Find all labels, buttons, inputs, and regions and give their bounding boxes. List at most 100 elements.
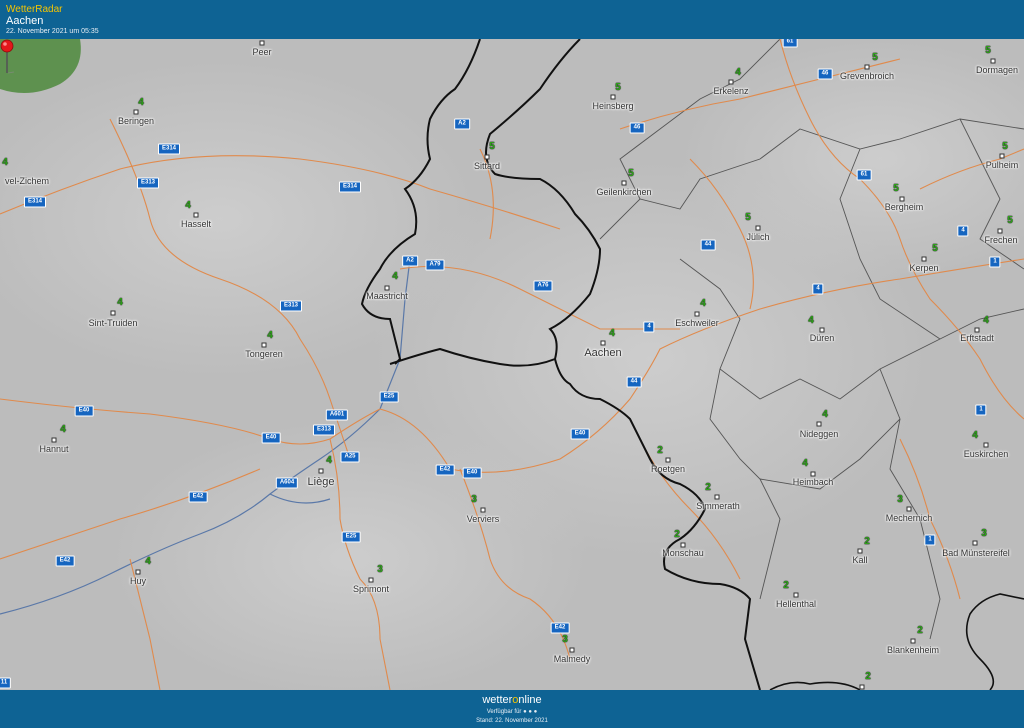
temperature-value: 4 [2,157,8,168]
city-name: Verviers [466,514,500,524]
road-shield: E40 [74,405,94,417]
city-name: Bergheim [884,202,924,212]
brand-logo[interactable]: wetteronline [0,694,1024,706]
road-shield: A2 [454,118,470,130]
road-shield: E42 [55,555,75,567]
temperature-value: 5 [615,82,621,93]
road-shield: 1 [924,534,936,546]
road-shield: A79 [425,259,445,271]
city-name: Pulheim [985,160,1019,170]
road-shield: E25 [341,531,361,543]
map-pin-icon[interactable] [0,39,14,75]
temperature-value: 4 [822,409,828,420]
city-name: Blankenheim [886,645,940,655]
availability-text: Verfügbar für ● ● ● [486,709,538,715]
city-name: Kall [852,555,868,565]
city-name: Hannut [39,444,69,454]
city-name: Hellenthal [775,599,817,609]
road-shield: 4 [643,321,655,333]
temperature-value: 5 [932,243,938,254]
map-background [0,39,1024,690]
temperature-value: 5 [489,141,495,152]
road-shield: E313 [279,300,303,312]
city-name: Malmedy [553,654,591,664]
city-name: Liège [307,476,335,488]
temperature-value: 5 [985,45,991,56]
city-name: Heimbach [792,477,834,487]
city-name: Mechernich [885,513,933,523]
road-shield: 46 [629,122,645,134]
temperature-value: 4 [185,200,191,211]
app-name: WetterRadar [6,4,63,15]
temperature-value: 3 [897,494,903,505]
road-shield: E314 [23,196,47,208]
temperature-value: 5 [872,52,878,63]
city-name: Huy [129,576,147,586]
road-shield: A2 [402,255,418,267]
city-name: Geilenkirchen [596,187,652,197]
temperature-value: 4 [609,328,615,339]
city-name: Erkelenz [713,86,749,96]
road-shield: E42 [550,622,570,634]
road-shield: 61 [782,39,798,48]
road-shield: E314 [338,181,362,193]
road-shield: 1 [989,256,1001,268]
city-name: Eschweiler [675,318,719,328]
temperature-value: 3 [377,564,383,575]
temperature-value: 5 [1002,141,1008,152]
city-name: Bad Münstereifel [942,548,1010,558]
radar-timestamp: 22. November 2021 um 05:35 [6,28,99,35]
city-name: Erftstadt [960,333,994,343]
city-name: Düren [809,333,835,343]
temperature-value: 4 [808,315,814,326]
temperature-value: 4 [392,271,398,282]
location-title: Aachen [6,15,44,27]
city-name: Grevenbroich [839,71,895,81]
temperature-value: 5 [893,183,899,194]
road-shield: 4 [812,283,824,295]
road-shield: A25 [340,451,360,463]
temperature-value: 2 [705,482,711,493]
road-shield: 44 [626,376,642,388]
temperature-value: 5 [745,212,751,223]
road-shield: E40 [462,467,482,479]
road-shield: E25 [379,391,399,403]
road-shield: 4 [957,225,969,237]
data-stand: Stand: 22. November 2021 [476,718,548,724]
city-name: Peer [252,47,272,57]
road-shield: E314 [157,143,181,155]
temperature-value: 4 [972,430,978,441]
temperature-value: 2 [674,529,680,540]
city-name: Kerpen [909,263,939,273]
city-name: Tongeren [245,349,283,359]
city-name: Euskirchen [963,449,1009,459]
city-name: Jülich [746,232,770,242]
road-shield: 46 [817,68,833,80]
city-name: Beringen [117,116,155,126]
temperature-value: 2 [657,445,663,456]
app-header: WetterRadar Aachen 22. November 2021 um … [0,0,1024,39]
temperature-value: 2 [783,580,789,591]
road-shield: E40 [261,432,281,444]
city-name: Hasselt [180,219,212,229]
temperature-value: 4 [983,315,989,326]
temperature-value: 4 [138,97,144,108]
temperature-value: 4 [700,298,706,309]
temperature-value: 2 [917,625,923,636]
road-shield: A601 [325,409,349,421]
city-name: Dormagen [975,65,1019,75]
temperature-value: 4 [267,330,273,341]
temperature-value: 3 [471,494,477,505]
road-shield: A604 [275,477,299,489]
weather-map[interactable]: 61 46 A2 46 E314 E313 E314 E314 A2 A79 6… [0,39,1024,690]
road-shield: 44 [700,239,716,251]
road-shield: E42 [188,491,208,503]
temperature-value: 4 [802,458,808,469]
city-name: Frechen [984,235,1018,245]
city-name: Roetgen [650,464,686,474]
road-shield: 11 [0,677,12,689]
road-shield: E313 [136,177,160,189]
temperature-value: 3 [562,634,568,645]
city-name: Monschau [662,548,704,558]
city-name: Aachen [584,347,622,359]
